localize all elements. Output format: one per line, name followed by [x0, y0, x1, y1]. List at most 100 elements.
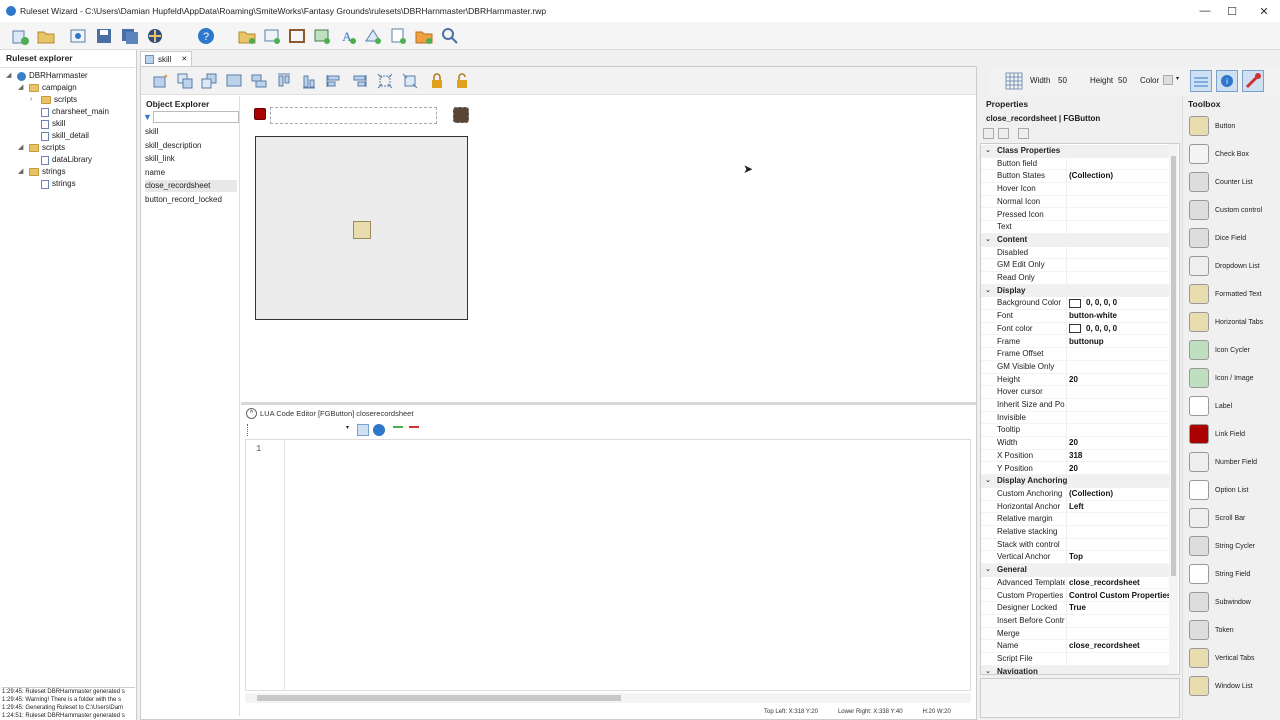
add-template-icon[interactable] — [363, 26, 383, 46]
align-right-icon[interactable] — [324, 71, 344, 91]
send-back-icon[interactable] — [199, 71, 219, 91]
tree-item[interactable]: skill_detail — [41, 130, 89, 142]
property-row[interactable]: Relative stacking — [981, 526, 1174, 539]
add-control-icon[interactable] — [151, 71, 171, 91]
close-recordsheet-button[interactable] — [453, 107, 469, 123]
color-swatch[interactable] — [1069, 298, 1081, 308]
save-icon[interactable] — [94, 26, 114, 46]
property-row[interactable]: Designer Locked True — [981, 602, 1174, 615]
property-row[interactable]: Hover Icon — [981, 183, 1174, 196]
function-dropdown[interactable]: ▾ — [247, 424, 351, 436]
property-value[interactable]: 20 — [1069, 463, 1078, 476]
toolbox-item[interactable]: Dropdown List — [1185, 252, 1280, 280]
remove-line-icon[interactable] — [409, 426, 419, 434]
toolbox-item[interactable]: Counter List — [1185, 168, 1280, 196]
open-folder-icon[interactable] — [36, 26, 56, 46]
property-value[interactable]: Control Custom Properties — [1069, 590, 1171, 603]
toolbox-item[interactable]: Check Box — [1185, 140, 1280, 168]
toolbox-item[interactable]: Button — [1185, 112, 1280, 140]
close-tab-icon[interactable]: ✕ — [181, 55, 187, 63]
property-row[interactable]: Advanced Template close_recordsheet — [981, 576, 1174, 590]
help-icon[interactable] — [373, 424, 385, 436]
toolbox-item[interactable]: Icon Cycler — [1185, 336, 1280, 364]
property-row[interactable]: Button States (Collection) — [981, 170, 1174, 184]
add-script-icon[interactable] — [388, 26, 408, 46]
tree-item[interactable]: strings — [41, 178, 76, 190]
property-row[interactable]: Horizontal Anchor Left — [981, 500, 1174, 514]
add-image-icon[interactable] — [312, 26, 332, 46]
property-row[interactable]: Frame buttonup — [981, 335, 1174, 349]
same-size-icon[interactable] — [375, 71, 395, 91]
toolbox-item[interactable]: Scroll Bar — [1185, 504, 1280, 532]
property-value[interactable]: Left — [1069, 501, 1084, 514]
search-icon[interactable] — [440, 26, 460, 46]
property-row[interactable]: Font button-white — [981, 310, 1174, 323]
property-row[interactable]: Tooltip — [981, 424, 1174, 438]
chevron-down-icon[interactable]: ⌄ — [985, 145, 991, 158]
tree-item[interactable]: charsheet_main — [41, 106, 109, 118]
property-value[interactable]: True — [1069, 602, 1086, 615]
property-category[interactable]: ⌄ General — [981, 564, 1174, 577]
resize-icon[interactable] — [400, 71, 420, 91]
property-category[interactable]: ⌄ Display Anchoring — [981, 475, 1174, 488]
align-top-icon[interactable] — [224, 71, 244, 91]
property-value[interactable]: (Collection) — [1069, 170, 1113, 183]
chevron-down-icon[interactable]: ⌄ — [985, 475, 991, 488]
property-category[interactable]: ⌄ Content — [981, 233, 1174, 247]
vertical-scrollbar[interactable] — [1169, 144, 1178, 674]
property-row[interactable]: X Position 318 — [981, 449, 1174, 463]
generate-icon[interactable] — [145, 26, 165, 46]
unlock-icon[interactable] — [452, 71, 472, 91]
property-category[interactable]: ⌄ Class Properties — [981, 145, 1174, 158]
design-canvas[interactable]: ➤ — [241, 96, 976, 400]
save-all-icon[interactable] — [120, 26, 140, 46]
list-item-selected[interactable]: close_recordsheet — [145, 180, 237, 192]
toolbox-item[interactable]: Number Field — [1185, 448, 1280, 476]
property-value[interactable]: close_recordsheet — [1069, 640, 1140, 653]
toolbox-item[interactable]: Custom control — [1185, 196, 1280, 224]
toolbox-item[interactable]: Option List — [1185, 476, 1280, 504]
toolbox-item[interactable]: Vertical Tabs — [1185, 644, 1280, 672]
property-value[interactable]: button-white — [1069, 310, 1117, 323]
property-row[interactable]: Button field — [981, 157, 1174, 171]
property-row[interactable]: Custom Anchoring (Collection) — [981, 487, 1174, 501]
list-item[interactable]: name — [145, 167, 237, 179]
tree-item[interactable]: ◢ strings — [18, 166, 66, 178]
property-value[interactable]: 20 — [1069, 437, 1078, 450]
maximize-button[interactable]: ☐ — [1216, 0, 1248, 22]
bring-front-icon[interactable] — [175, 71, 195, 91]
property-row[interactable]: Script File — [981, 653, 1174, 666]
sort-alpha-icon[interactable] — [998, 128, 1009, 139]
property-row[interactable]: Insert Before Contro — [981, 614, 1174, 628]
toolbox-item[interactable]: Dice Field — [1185, 224, 1280, 252]
property-row[interactable]: Stack with control — [981, 538, 1174, 552]
property-row[interactable]: Frame Offset — [981, 348, 1174, 361]
tree-item[interactable]: ◢ campaign — [18, 82, 77, 94]
color-picker[interactable] — [1163, 75, 1173, 85]
grid-icon[interactable] — [1004, 71, 1024, 91]
property-category[interactable]: ⌄ Navigation — [981, 665, 1174, 674]
tools-icon[interactable] — [1242, 70, 1264, 92]
property-row[interactable]: GM Visible Only — [981, 360, 1174, 374]
property-value[interactable]: 0, 0, 0, 0 — [1069, 323, 1117, 336]
close-button[interactable]: ✕ — [1248, 0, 1280, 22]
chevron-down-icon[interactable]: ⌄ — [985, 285, 991, 298]
list-item[interactable]: skill_description — [145, 140, 237, 152]
layout-icon[interactable] — [1190, 70, 1212, 92]
toolbox-item[interactable]: Horizontal Tabs — [1185, 308, 1280, 336]
tree-item[interactable]: › scripts — [30, 94, 77, 106]
toolbox-item[interactable]: Link Field — [1185, 420, 1280, 448]
align-bottom-icon[interactable] — [299, 71, 319, 91]
property-row[interactable]: Text — [981, 221, 1174, 234]
properties-icon[interactable] — [68, 26, 88, 46]
toolbox-item[interactable]: Subwindow — [1185, 588, 1280, 616]
help-icon[interactable]: ? — [196, 26, 216, 46]
align-middle-icon[interactable] — [349, 71, 369, 91]
property-row[interactable]: Pressed Icon — [981, 208, 1174, 222]
add-line-icon[interactable] — [393, 426, 403, 434]
color-swatch[interactable] — [1069, 324, 1081, 334]
property-row[interactable]: Relative margin — [981, 513, 1174, 526]
toolbox-item[interactable]: Token — [1185, 616, 1280, 644]
list-item[interactable]: skill_link — [145, 153, 237, 165]
tree-item[interactable]: ◢ scripts — [18, 142, 65, 154]
